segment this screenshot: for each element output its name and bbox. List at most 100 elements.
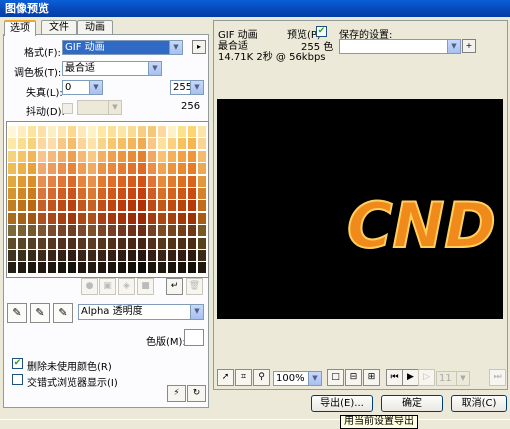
web-snap-button[interactable]: ▣	[99, 278, 116, 295]
palette-swatch[interactable]	[7, 174, 17, 188]
palette-swatch[interactable]	[7, 199, 17, 213]
cancel-button[interactable]: 取消(C)	[451, 395, 507, 412]
single-view-button[interactable]: □	[327, 369, 344, 386]
palette-swatch[interactable]	[137, 162, 147, 176]
palette-swatch[interactable]	[27, 125, 37, 138]
palette-swatch[interactable]	[187, 187, 197, 200]
tab-animation[interactable]: 动画	[77, 20, 113, 35]
palette-swatch[interactable]	[77, 149, 87, 163]
export-button[interactable]: 导出(E)...	[311, 395, 373, 412]
palette-swatch[interactable]	[177, 236, 187, 250]
palette-swatch[interactable]	[47, 249, 57, 262]
palette-swatch[interactable]	[37, 249, 47, 262]
palette-swatch[interactable]	[7, 125, 17, 138]
palette-swatch[interactable]	[17, 187, 27, 200]
palette-swatch[interactable]	[17, 162, 27, 176]
palette-swatch[interactable]	[157, 199, 167, 213]
palette-swatch[interactable]	[87, 187, 97, 200]
palette-swatch[interactable]	[147, 137, 157, 151]
palette-swatch[interactable]	[27, 174, 37, 188]
palette-swatch[interactable]	[27, 224, 37, 238]
pointer-tool[interactable]: ➚	[217, 369, 234, 386]
palette-swatch[interactable]	[117, 224, 127, 238]
palette-swatch[interactable]	[177, 174, 187, 188]
palette-swatch[interactable]	[37, 174, 47, 188]
palette-swatch[interactable]	[187, 249, 197, 262]
palette-swatch[interactable]	[67, 211, 77, 225]
palette-swatch[interactable]	[157, 137, 167, 151]
palette-swatch[interactable]	[187, 211, 197, 225]
palette-swatch[interactable]	[47, 224, 57, 238]
palette-swatch[interactable]	[187, 149, 197, 163]
matte-color-swatch[interactable]	[184, 329, 204, 346]
palette-swatch[interactable]	[107, 249, 117, 262]
palette-swatch[interactable]	[107, 236, 117, 250]
palette-swatch[interactable]	[157, 249, 167, 262]
palette-swatch[interactable]	[117, 149, 127, 163]
palette-swatch[interactable]	[47, 199, 57, 213]
palette-swatch[interactable]	[177, 211, 187, 225]
colors-select[interactable]: 255 ▼	[170, 80, 204, 95]
palette-swatch[interactable]	[187, 162, 197, 176]
palette-swatch[interactable]	[147, 174, 157, 188]
palette-swatch[interactable]	[97, 162, 107, 176]
palette-swatch[interactable]	[97, 199, 107, 213]
palette-swatch[interactable]	[127, 211, 137, 225]
tab-options[interactable]: 选项	[4, 20, 36, 36]
palette-swatch[interactable]	[117, 211, 127, 225]
chevron-down-icon[interactable]: ▼	[89, 81, 102, 94]
remove-unused-checkbox[interactable]: ✔	[12, 358, 23, 369]
first-frame-button[interactable]: ⏮	[386, 369, 403, 386]
palette-swatch[interactable]	[167, 149, 177, 163]
palette-swatch[interactable]	[117, 261, 127, 275]
palette-swatch[interactable]	[47, 236, 57, 250]
palette-swatch[interactable]	[47, 149, 57, 163]
palette-swatch[interactable]	[37, 236, 47, 250]
palette-swatch[interactable]	[127, 224, 137, 238]
palette-swatch[interactable]	[27, 187, 37, 200]
palette-swatch[interactable]	[97, 125, 107, 138]
palette-swatch[interactable]	[137, 249, 147, 262]
palette-swatch[interactable]	[137, 187, 147, 200]
palette-swatch[interactable]	[87, 137, 97, 151]
palette-swatch[interactable]	[167, 162, 177, 176]
palette-swatch[interactable]	[27, 211, 37, 225]
palette-swatch[interactable]	[157, 211, 167, 225]
palette-swatch[interactable]	[77, 249, 87, 262]
palette-swatch[interactable]	[37, 149, 47, 163]
palette-swatch[interactable]	[127, 149, 137, 163]
palette-swatch[interactable]	[147, 162, 157, 176]
palette-swatch[interactable]	[177, 137, 187, 151]
add-color-button[interactable]: ↵	[166, 278, 183, 295]
palette-swatch[interactable]	[37, 224, 47, 238]
palette-swatch[interactable]	[27, 199, 37, 213]
palette-swatch[interactable]	[57, 137, 67, 151]
palette-swatch[interactable]	[197, 162, 207, 176]
palette-swatch[interactable]	[187, 261, 197, 275]
refresh-button[interactable]: ↻	[187, 385, 206, 402]
palette-swatch[interactable]	[127, 261, 137, 275]
palette-swatch[interactable]	[77, 137, 87, 151]
palette-swatch[interactable]	[107, 199, 117, 213]
palette-swatch[interactable]	[17, 236, 27, 250]
eyedropper-remove-button[interactable]: ✎	[53, 303, 73, 323]
palette-swatch[interactable]	[167, 224, 177, 238]
palette-swatch[interactable]	[37, 199, 47, 213]
palette-swatch[interactable]	[37, 211, 47, 225]
palette-swatch[interactable]	[147, 249, 157, 262]
palette-swatch[interactable]	[17, 199, 27, 213]
palette-swatch[interactable]	[167, 187, 177, 200]
palette-swatch[interactable]	[37, 162, 47, 176]
palette-swatch[interactable]	[27, 162, 37, 176]
palette-swatch[interactable]	[137, 199, 147, 213]
palette-swatch[interactable]	[197, 187, 207, 200]
palette-swatch[interactable]	[57, 261, 67, 275]
palette-swatch[interactable]	[107, 162, 117, 176]
palette-swatch[interactable]	[47, 174, 57, 188]
palette-swatch[interactable]	[107, 261, 117, 275]
saved-settings-select[interactable]: ▼	[339, 39, 461, 54]
palette-swatch[interactable]	[117, 199, 127, 213]
tab-file[interactable]: 文件	[41, 20, 77, 35]
palette-swatch[interactable]	[97, 149, 107, 163]
palette-swatch[interactable]	[67, 187, 77, 200]
